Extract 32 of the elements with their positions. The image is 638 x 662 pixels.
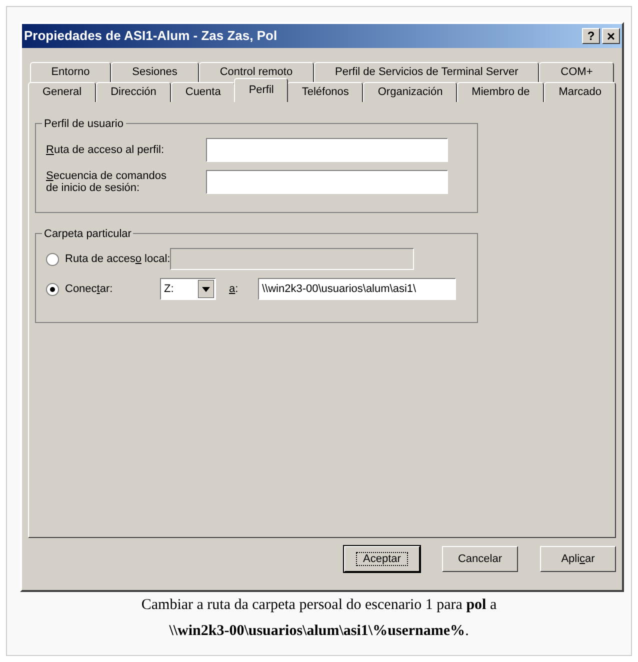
help-button[interactable]: ? (582, 28, 600, 44)
input-field[interactable] (206, 170, 448, 194)
dialog-button[interactable]: Aceptar (344, 546, 420, 572)
field-label: a: (229, 282, 240, 297)
tab[interactable]: Marcado (544, 82, 616, 102)
tab[interactable]: General (28, 82, 96, 102)
tab[interactable]: Control remoto (198, 62, 314, 82)
tab[interactable]: Organización (363, 82, 458, 102)
input-field[interactable] (206, 138, 448, 162)
tab[interactable]: Perfil de Servicios de Terminal Server (314, 62, 540, 82)
tab[interactable]: Dirección (96, 82, 171, 102)
input-field[interactable]: \\win2k3-00\usuarios\alum\asi1\ (258, 278, 456, 300)
tab[interactable]: Entorno (30, 62, 111, 82)
dropdown-arrow-icon (198, 280, 214, 298)
radio-label: Conectar: (65, 282, 114, 297)
tab[interactable]: Perfil (234, 78, 288, 102)
dialog-button[interactable]: Cancelar (442, 546, 518, 572)
tab[interactable]: Sesiones (110, 62, 199, 82)
radio-button[interactable] (46, 282, 59, 296)
window-title: Propiedades de ASI1-Alum - Zas Zas, Pol (24, 27, 278, 46)
figure-caption: Cambiar a ruta da carpeta persoal do escenario 1 para pol a \\win2k3-00\usuarios\alum\asi1\%username%. (140, 596, 498, 641)
tab[interactable]: COM+ (539, 62, 614, 82)
field-label: Secuencia de comandos de inicio de sesión: (46, 170, 168, 194)
group-title: Carpeta particular (42, 226, 134, 242)
tab[interactable]: Cuenta (170, 82, 236, 102)
tab[interactable]: Teléfonos (287, 82, 364, 102)
close-button[interactable]: × (602, 28, 620, 44)
radio-label: Ruta de acceso local: (65, 252, 170, 267)
drive-dropdown[interactable]: Z: (160, 278, 216, 300)
dialog-button[interactable]: Aplicar (540, 546, 616, 572)
tab[interactable]: Miembro de (457, 82, 544, 102)
field-label: Ruta de acceso al perfil: (46, 144, 166, 156)
